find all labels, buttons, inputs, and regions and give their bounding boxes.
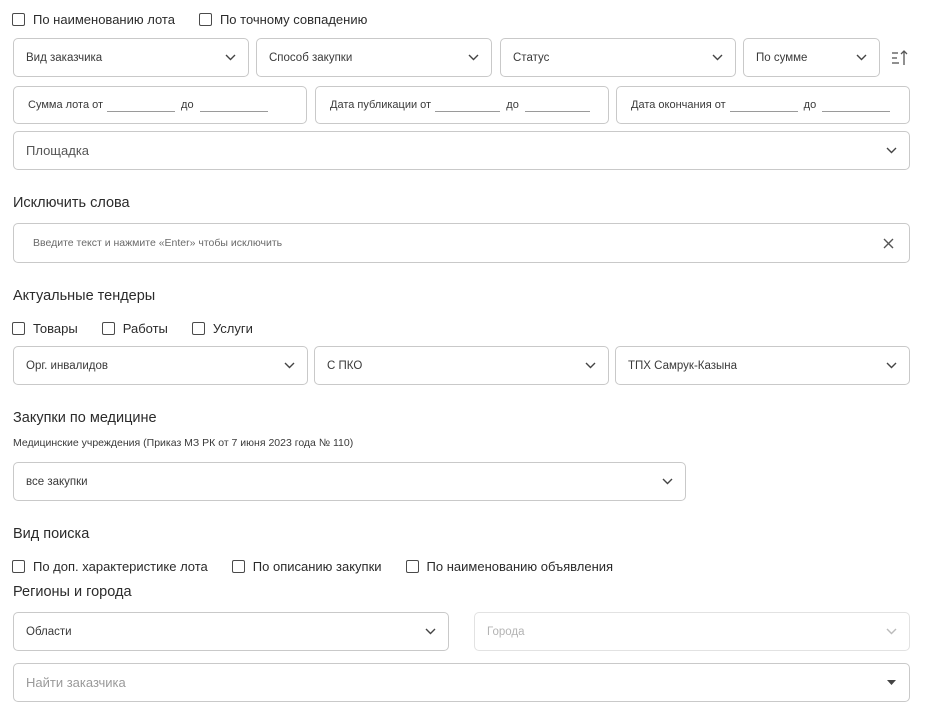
chevron-down-icon — [283, 360, 295, 372]
chevron-down-icon — [224, 52, 236, 64]
regions-select[interactable]: Области — [13, 612, 449, 651]
pub-date-range: Дата публикации от до — [315, 86, 609, 124]
checkbox-goods[interactable]: Товары — [12, 321, 78, 336]
platform-select[interactable]: Площадка — [13, 131, 910, 170]
close-icon[interactable] — [881, 236, 895, 250]
select-placeholder: Площадка — [26, 143, 90, 158]
pub-date-to-input[interactable] — [524, 98, 590, 112]
checkbox-label: По наименованию лота — [33, 11, 175, 27]
pko-select[interactable]: С ПКО — [314, 346, 609, 385]
caret-down-icon — [885, 677, 897, 689]
checkbox-lot-characteristic[interactable]: По доп. характеристике лота — [12, 559, 208, 574]
checkbox-exact-match[interactable]: По точному совпадению — [198, 11, 368, 27]
regions-title: Регионы и города — [13, 584, 132, 600]
purchase-method-select[interactable]: Способ закупки — [256, 38, 492, 77]
sort-direction-icon[interactable] — [890, 48, 910, 68]
chevron-down-icon — [885, 626, 897, 638]
chevron-down-icon — [661, 476, 673, 488]
checkbox-box[interactable] — [191, 321, 205, 335]
chevron-down-icon — [885, 360, 897, 372]
checkbox-works[interactable]: Работы — [101, 320, 168, 336]
sort-select[interactable]: По сумме — [743, 38, 880, 77]
end-date-from-input[interactable] — [729, 98, 798, 112]
checkbox-label: По описанию закупки — [252, 558, 382, 574]
actual-checkbox-row: Товары Работы Услуги — [12, 318, 277, 338]
checkbox-label: Товары — [33, 320, 78, 336]
range-to-label: до — [803, 99, 817, 111]
chevron-down-icon — [885, 145, 897, 157]
actual-tenders-title: Актуальные тендеры — [13, 288, 156, 304]
chevron-down-icon — [711, 52, 723, 64]
checkbox-box[interactable] — [101, 321, 115, 335]
checkbox-announcement-name[interactable]: По наименованию объявления — [405, 558, 614, 574]
select-value: Города — [487, 625, 525, 638]
range-to-label: до — [506, 99, 519, 111]
exclude-words-input[interactable]: Введите текст и нажмите «Enter» чтобы ис… — [13, 223, 910, 263]
amount-from-input[interactable] — [107, 98, 176, 112]
select-value: Области — [26, 625, 72, 638]
select-value: Орг. инвалидов — [26, 359, 109, 372]
medicine-subtitle: Медицинские учреждения (Приказ МЗ РК от … — [13, 437, 354, 449]
select-value: ТПХ Самрук-Казына — [628, 359, 738, 372]
range-label: Дата публикации от — [330, 99, 432, 111]
checkbox-box[interactable] — [405, 559, 419, 573]
chevron-down-icon — [424, 626, 436, 638]
medicine-select[interactable]: все закупки — [13, 462, 686, 501]
end-date-to-input[interactable] — [822, 98, 891, 112]
cities-select: Города — [474, 612, 910, 651]
select-value: С ПКО — [327, 359, 363, 372]
input-placeholder: Введите текст и нажмите «Enter» чтобы ис… — [33, 237, 283, 249]
checkbox-label: По наименованию объявления — [426, 558, 614, 574]
select-value: Способ закупки — [269, 51, 353, 64]
chevron-down-icon — [855, 52, 867, 64]
range-to-label: до — [181, 99, 194, 111]
checkbox-label: Услуги — [212, 320, 253, 336]
samruk-select[interactable]: ТПХ Самрук-Казына — [615, 346, 910, 385]
select-value: все закупки — [26, 475, 88, 488]
checkbox-box[interactable] — [12, 559, 25, 573]
disabled-org-select[interactable]: Орг. инвалидов — [13, 346, 308, 385]
checkbox-box[interactable] — [12, 12, 25, 26]
range-label: Дата окончания от — [631, 99, 726, 111]
search-type-title: Вид поиска — [13, 526, 90, 542]
checkbox-box[interactable] — [12, 321, 25, 335]
search-type-checkbox-row: По доп. характеристике лота По описанию … — [12, 556, 637, 576]
checkbox-box[interactable] — [198, 12, 212, 26]
checkbox-lot-name[interactable]: По наименованию лота — [12, 12, 175, 27]
top-checkbox-row: По наименованию лота По точному совпаден… — [12, 9, 391, 29]
checkbox-services[interactable]: Услуги — [191, 320, 253, 336]
checkbox-label: Работы — [122, 320, 168, 336]
exclude-words-title: Исключить слова — [13, 195, 130, 211]
end-date-range: Дата окончания от до — [616, 86, 910, 124]
checkbox-label: По точному совпадению — [219, 11, 368, 27]
range-label: Сумма лота от — [28, 99, 104, 111]
amount-range: Сумма лота от до — [13, 86, 307, 124]
amount-to-input[interactable] — [199, 98, 268, 112]
customer-type-select[interactable]: Вид заказчика — [13, 38, 249, 77]
customer-search-input[interactable]: Найти заказчика — [13, 663, 910, 702]
select-value: По сумме — [756, 51, 808, 64]
select-value: Статус — [513, 51, 550, 64]
medicine-title: Закупки по медицине — [13, 410, 157, 426]
pub-date-from-input[interactable] — [435, 98, 501, 112]
input-placeholder: Найти заказчика — [26, 675, 126, 690]
chevron-down-icon — [467, 52, 479, 64]
status-select[interactable]: Статус — [500, 38, 736, 77]
select-value: Вид заказчика — [26, 51, 103, 64]
checkbox-label: По доп. характеристике лота — [33, 558, 208, 574]
checkbox-purchase-description[interactable]: По описанию закупки — [231, 558, 382, 574]
checkbox-box[interactable] — [231, 559, 245, 573]
chevron-down-icon — [584, 360, 596, 372]
